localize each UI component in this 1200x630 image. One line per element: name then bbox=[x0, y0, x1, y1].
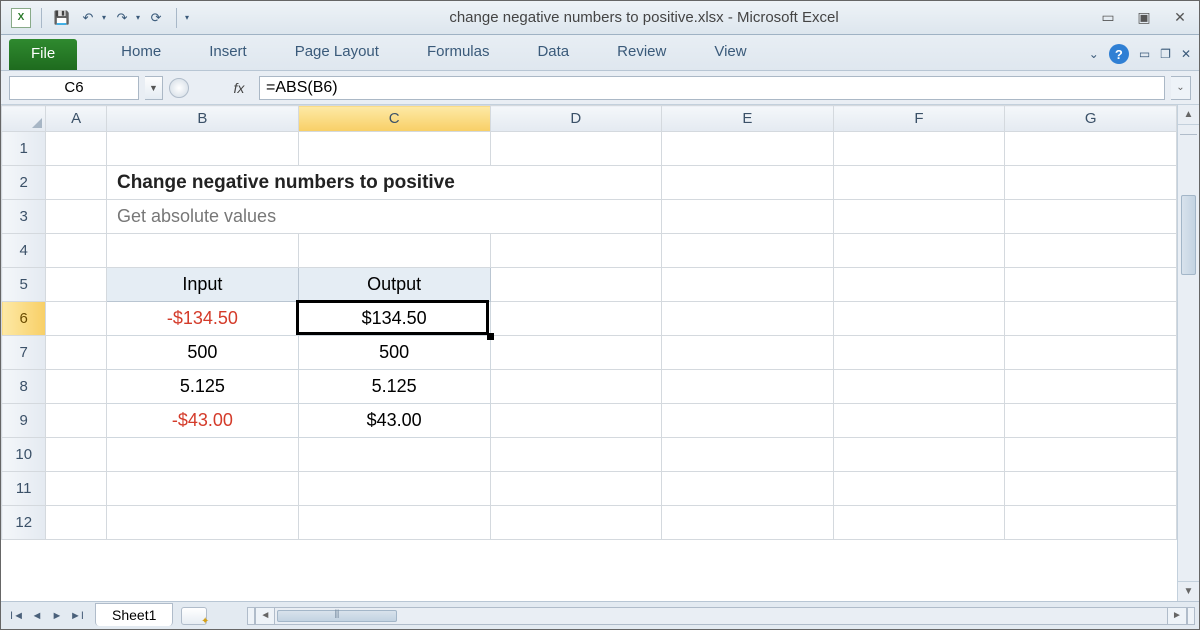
row-header-2[interactable]: 2 bbox=[2, 166, 46, 200]
sheet-subtitle[interactable]: Get absolute values bbox=[106, 200, 661, 234]
row-header-5[interactable]: 5 bbox=[2, 268, 46, 302]
col-header-f[interactable]: F bbox=[833, 106, 1005, 132]
tab-data[interactable]: Data bbox=[513, 37, 593, 70]
name-box[interactable]: C6 bbox=[9, 76, 139, 100]
hscroll-split[interactable] bbox=[247, 607, 255, 625]
vertical-scrollbar[interactable]: ▲ ▼ bbox=[1177, 105, 1199, 601]
row-header-10[interactable]: 10 bbox=[2, 438, 46, 472]
maximize-icon[interactable]: ▣ bbox=[1135, 9, 1153, 27]
cell-b7[interactable]: 500 bbox=[106, 336, 298, 370]
scroll-left-icon[interactable]: ◄ bbox=[255, 607, 275, 625]
fx-icon[interactable]: fx bbox=[225, 76, 253, 100]
tab-formulas[interactable]: Formulas bbox=[403, 37, 514, 70]
prev-sheet-icon[interactable]: ◄ bbox=[27, 606, 47, 626]
tab-review[interactable]: Review bbox=[593, 37, 690, 70]
cell-b8[interactable]: 5.125 bbox=[106, 370, 298, 404]
scroll-right-icon[interactable]: ► bbox=[1167, 607, 1187, 625]
row-header-8[interactable]: 8 bbox=[2, 370, 46, 404]
workbook-restore-icon[interactable]: ❐ bbox=[1160, 47, 1171, 61]
close-icon[interactable]: ✕ bbox=[1171, 9, 1189, 27]
row-header-4[interactable]: 4 bbox=[2, 234, 46, 268]
worksheet-grid[interactable]: A B C D E F G 1 2 Change negative number… bbox=[1, 105, 1177, 601]
row-header-12[interactable]: 12 bbox=[2, 506, 46, 540]
tab-insert[interactable]: Insert bbox=[185, 37, 271, 70]
minimize-icon[interactable]: ▭ bbox=[1099, 9, 1117, 27]
col-header-d[interactable]: D bbox=[490, 106, 662, 132]
workbook-close-icon[interactable]: ✕ bbox=[1181, 47, 1191, 61]
formula-input[interactable]: =ABS(B6) bbox=[259, 76, 1165, 100]
refresh-icon[interactable]: ⟳ bbox=[146, 8, 166, 28]
select-all-corner[interactable] bbox=[2, 106, 46, 132]
cell-b9[interactable]: -$43.00 bbox=[106, 404, 298, 438]
cell-c7[interactable]: 500 bbox=[298, 336, 490, 370]
help-icon[interactable]: ? bbox=[1109, 44, 1129, 64]
next-sheet-icon[interactable]: ► bbox=[47, 606, 67, 626]
cell-b5[interactable]: Input bbox=[106, 268, 298, 302]
save-icon[interactable]: 💾 bbox=[52, 8, 72, 28]
first-sheet-icon[interactable]: I◄ bbox=[7, 606, 27, 626]
new-sheet-icon[interactable] bbox=[181, 607, 207, 625]
window-title: change negative numbers to positive.xlsx… bbox=[189, 9, 1099, 26]
excel-icon[interactable]: X bbox=[11, 8, 31, 28]
vscroll-thumb[interactable] bbox=[1181, 195, 1196, 275]
row-header-3[interactable]: 3 bbox=[2, 200, 46, 234]
tab-page-layout[interactable]: Page Layout bbox=[271, 37, 403, 70]
quick-access-toolbar: X 💾 ↶▾ ↷▾ ⟳ ▾ bbox=[11, 8, 189, 28]
ribbon-minimize-icon[interactable]: ⌄ bbox=[1089, 47, 1099, 61]
cell-c9[interactable]: $43.00 bbox=[298, 404, 490, 438]
row-header-7[interactable]: 7 bbox=[2, 336, 46, 370]
tab-home[interactable]: Home bbox=[97, 37, 185, 70]
undo-icon[interactable]: ↶ bbox=[78, 8, 98, 28]
title-bar: X 💾 ↶▾ ↷▾ ⟳ ▾ change negative numbers to… bbox=[1, 1, 1199, 35]
cell-c6[interactable]: $134.50 bbox=[298, 302, 490, 336]
cell-c5[interactable]: Output bbox=[298, 268, 490, 302]
horizontal-scrollbar[interactable]: ◄ ► bbox=[247, 607, 1195, 625]
file-tab[interactable]: File bbox=[9, 39, 77, 70]
row-header-9[interactable]: 9 bbox=[2, 404, 46, 438]
expand-formula-bar-icon[interactable]: ⌄ bbox=[1171, 76, 1191, 100]
scroll-up-icon[interactable]: ▲ bbox=[1178, 105, 1199, 125]
scroll-down-icon[interactable]: ▼ bbox=[1178, 581, 1199, 601]
tab-view[interactable]: View bbox=[690, 37, 770, 70]
redo-icon[interactable]: ↷ bbox=[112, 8, 132, 28]
row-header-11[interactable]: 11 bbox=[2, 472, 46, 506]
hscroll-thumb[interactable] bbox=[277, 610, 397, 622]
cell-b6[interactable]: -$134.50 bbox=[106, 302, 298, 336]
sheet-title[interactable]: Change negative numbers to positive bbox=[106, 166, 661, 200]
cell-c8[interactable]: 5.125 bbox=[298, 370, 490, 404]
cancel-formula-icon[interactable] bbox=[169, 78, 189, 98]
col-header-g[interactable]: G bbox=[1005, 106, 1177, 132]
row-header-6[interactable]: 6 bbox=[2, 302, 46, 336]
last-sheet-icon[interactable]: ►I bbox=[67, 606, 87, 626]
col-header-b[interactable]: B bbox=[106, 106, 298, 132]
row-header-1[interactable]: 1 bbox=[2, 132, 46, 166]
sheet-tab-1[interactable]: Sheet1 bbox=[95, 603, 173, 626]
col-header-a[interactable]: A bbox=[46, 106, 107, 132]
col-header-c[interactable]: C bbox=[298, 106, 490, 132]
ribbon: File Home Insert Page Layout Formulas Da… bbox=[1, 35, 1199, 71]
fill-handle[interactable] bbox=[487, 333, 494, 340]
formula-bar: C6 ▼ fx =ABS(B6) ⌄ bbox=[1, 71, 1199, 105]
sheet-tab-bar: I◄ ◄ ► ►I Sheet1 ◄ ► bbox=[1, 601, 1199, 629]
col-header-e[interactable]: E bbox=[662, 106, 834, 132]
workbook-minimize-icon[interactable]: ▭ bbox=[1139, 47, 1150, 61]
name-box-dropdown-icon[interactable]: ▼ bbox=[145, 76, 163, 100]
